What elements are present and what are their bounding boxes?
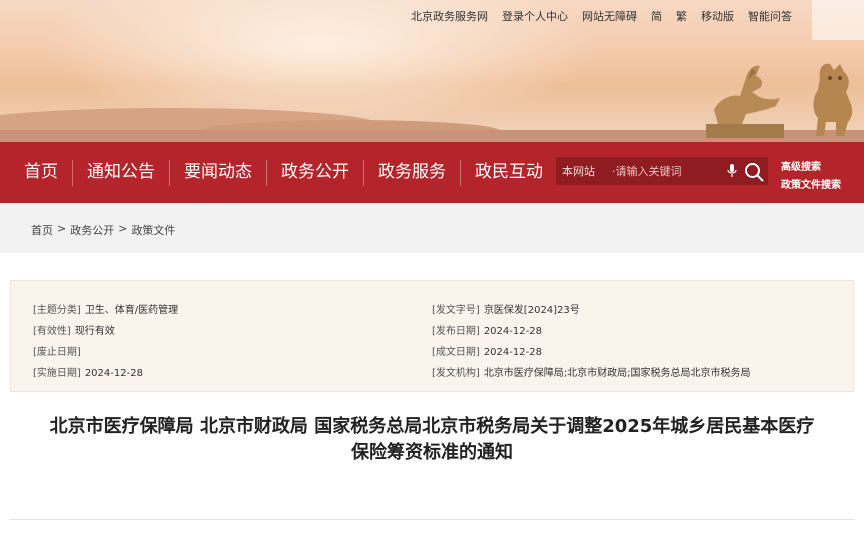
article-title: 北京市医疗保障局 北京市财政局 国家税务总局北京市税务局关于调整2025年城乡居…: [10, 414, 854, 466]
meta-repeal-date-label: [废止日期]: [33, 347, 81, 358]
search-icon[interactable]: [744, 162, 764, 182]
nav-gov-services[interactable]: 政务服务: [364, 142, 460, 203]
link-login[interactable]: 登录个人中心: [502, 8, 568, 24]
title-divider: [10, 519, 854, 520]
meta-effective-date: [实施日期] 2024-12-28: [33, 364, 143, 379]
meta-issuer-label: [发文机构]: [432, 368, 480, 379]
top-links: 北京政务服务网 登录个人中心 网站无障碍 简 繁 移动版 智能问答: [411, 8, 792, 24]
nav-interaction[interactable]: 政民互动: [461, 142, 557, 203]
microphone-icon[interactable]: [726, 164, 738, 178]
meta-topic-value: 卫生、体育/医药管理: [84, 305, 179, 316]
meta-doc-number: [发文字号] 京医保发[2024]23号: [432, 301, 580, 316]
meta-validity-value: 现行有效: [74, 326, 115, 337]
meta-written-date-value: 2024-12-28: [483, 347, 542, 358]
top-corner-panel: [812, 0, 864, 40]
meta-written-date-label: [成文日期]: [432, 347, 480, 358]
nav-gov-affairs[interactable]: 政务公开: [267, 142, 363, 203]
breadcrumb-gov-affairs[interactable]: 政务公开: [70, 222, 114, 238]
article-title-line-2: 保险筹资标准的通知: [351, 442, 513, 463]
search-input[interactable]: [612, 160, 722, 182]
meta-publish-date: [发布日期] 2024-12-28: [432, 322, 542, 337]
breadcrumb-bar: 首页 > 政务公开 > 政策文件: [0, 203, 864, 253]
bronze-horse-statue-icon: [706, 65, 784, 138]
breadcrumb-home[interactable]: 首页: [31, 222, 53, 238]
search-scope[interactable]: 本网站: [562, 163, 595, 179]
meta-repeal-date: [废止日期]: [33, 343, 85, 358]
meta-topic: [主题分类] 卫生、体育/医药管理: [33, 301, 178, 316]
article-title-line-1: 北京市医疗保障局 北京市财政局 国家税务总局北京市税务局关于调整2025年城乡居…: [49, 416, 815, 437]
breadcrumb-policy-docs[interactable]: 政策文件: [131, 222, 175, 238]
link-traditional[interactable]: 繁: [676, 8, 687, 24]
link-simplified[interactable]: 简: [651, 8, 662, 24]
document-meta: [主题分类] 卫生、体育/医药管理 [有效性] 现行有效 [废止日期] [实施日期]…: [10, 280, 854, 392]
meta-effective-date-label: [实施日期]: [33, 368, 81, 379]
link-accessibility[interactable]: 网站无障碍: [582, 8, 637, 24]
meta-validity: [有效性] 现行有效: [33, 322, 115, 337]
advanced-search-link[interactable]: 高级搜索: [781, 158, 841, 173]
breadcrumb-separator: >: [118, 222, 128, 235]
link-smart-qa[interactable]: 智能问答: [748, 8, 792, 24]
breadcrumb: 首页 > 政务公开 > 政策文件: [31, 222, 175, 238]
meta-issuer: [发文机构] 北京市医疗保障局;北京市财政局;国家税务总局北京市税务局: [432, 364, 751, 379]
meta-doc-number-label: [发文字号]: [432, 305, 480, 316]
meta-publish-date-label: [发布日期]: [432, 326, 480, 337]
meta-issuer-value: 北京市医疗保障局;北京市财政局;国家税务总局北京市税务局: [483, 368, 751, 379]
meta-publish-date-value: 2024-12-28: [483, 326, 542, 337]
search-links: 高级搜索 政策文件搜索: [781, 158, 841, 191]
nav-notices[interactable]: 通知公告: [73, 142, 169, 203]
meta-doc-number-value: 京医保发[2024]23号: [483, 305, 580, 316]
nav-home[interactable]: 首页: [10, 142, 72, 203]
meta-effective-date-value: 2024-12-28: [84, 368, 143, 379]
meta-written-date: [成文日期] 2024-12-28: [432, 343, 542, 358]
meta-topic-label: [主题分类]: [33, 305, 81, 316]
bronze-beast-statue-icon: [813, 63, 853, 136]
link-mobile[interactable]: 移动版: [701, 8, 734, 24]
search-box: 本网站: [556, 157, 768, 185]
policy-search-link[interactable]: 政策文件搜索: [781, 176, 841, 191]
nav-news[interactable]: 要闻动态: [170, 142, 266, 203]
breadcrumb-separator: >: [57, 222, 67, 235]
header-banner: 北京政务服务网 登录个人中心 网站无障碍 简 繁 移动版 智能问答: [0, 0, 864, 142]
link-gov-service[interactable]: 北京政务服务网: [411, 8, 488, 24]
meta-validity-label: [有效性]: [33, 326, 71, 337]
